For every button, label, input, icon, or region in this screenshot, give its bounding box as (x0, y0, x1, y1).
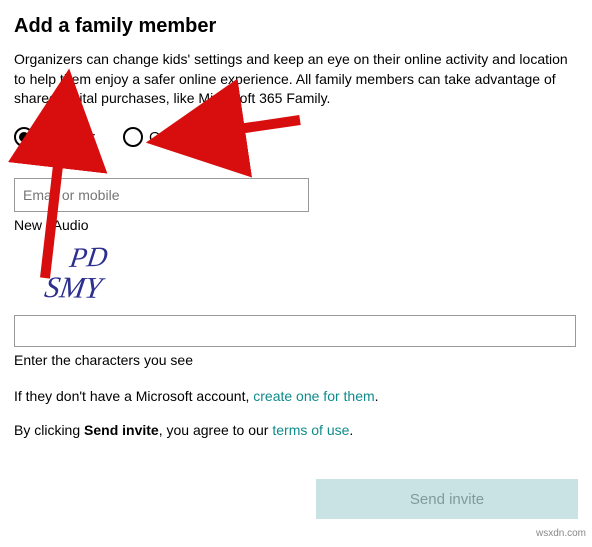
radio-organizer[interactable]: Organizer (123, 127, 215, 148)
captcha-hint: Enter the characters you see (14, 351, 578, 371)
no-account-suffix: . (375, 388, 379, 404)
terms-of-use-link[interactable]: terms of use (272, 422, 349, 438)
terms-suffix: . (349, 422, 353, 438)
captcha-controls: New | Audio (14, 216, 578, 236)
radio-member[interactable]: Member (14, 127, 95, 148)
role-radio-group: Member Organizer (14, 127, 578, 148)
captcha-audio-link[interactable]: Audio (53, 217, 89, 233)
email-or-mobile-input[interactable] (14, 178, 309, 212)
captcha-image: PD SMY (14, 237, 214, 307)
create-account-link[interactable]: create one for them (253, 388, 374, 404)
captcha-input[interactable] (14, 315, 576, 347)
page-description: Organizers can change kids' settings and… (14, 50, 578, 109)
terms-bold: Send invite (84, 422, 159, 438)
svg-text:PD: PD (67, 242, 110, 274)
separator: | (42, 217, 53, 233)
send-invite-button[interactable]: Send invite (316, 479, 578, 519)
terms-line: By clicking Send invite, you agree to ou… (14, 421, 578, 441)
captcha-new-link[interactable]: New (14, 217, 42, 233)
radio-member-label: Member (40, 127, 95, 148)
watermark: wsxdn.com (536, 527, 586, 541)
radio-organizer-label: Organizer (149, 127, 215, 148)
svg-text:SMY: SMY (42, 271, 107, 306)
no-account-prefix: If they don't have a Microsoft account, (14, 388, 253, 404)
no-account-line: If they don't have a Microsoft account, … (14, 387, 578, 407)
radio-icon (14, 127, 34, 147)
page-title: Add a family member (14, 12, 578, 40)
terms-prefix: By clicking (14, 422, 84, 438)
radio-icon (123, 127, 143, 147)
terms-mid: , you agree to our (159, 422, 273, 438)
